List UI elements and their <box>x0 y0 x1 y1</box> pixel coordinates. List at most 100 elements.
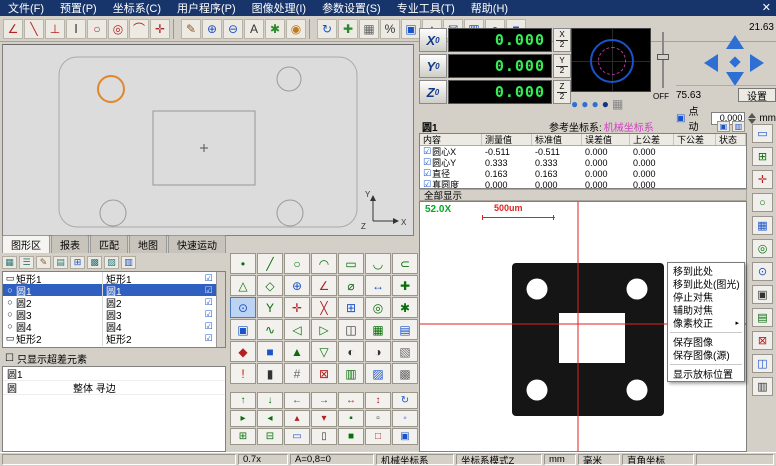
alert-tool-icon[interactable]: ! <box>230 363 256 384</box>
element-type-icon[interactable]: ○ <box>4 297 16 307</box>
tab-report[interactable]: 报表 <box>51 235 89 253</box>
span-h-icon[interactable]: ↔ <box>338 392 364 409</box>
report-view-icon[interactable]: ▥ <box>732 121 745 132</box>
menu-image-processing[interactable]: 图像处理(I) <box>244 0 314 17</box>
small-dot-icon[interactable]: ◦ <box>392 410 418 427</box>
half-circle-left-icon[interactable]: ◐ <box>338 341 364 362</box>
jog-left-button[interactable] <box>704 54 718 72</box>
height-tool-icon[interactable]: Ⅰ <box>66 19 86 39</box>
checkbox-icon[interactable]: ☐ <box>5 353 14 364</box>
menu-user-program[interactable]: 用户程序(P) <box>169 0 244 17</box>
open-arc-measure-icon[interactable]: ⊂ <box>392 253 418 274</box>
circle-2[interactable] <box>277 67 301 91</box>
roi-mesh-icon[interactable]: ▦ <box>752 216 773 235</box>
diameter-measure-icon[interactable]: ⌀ <box>338 275 364 296</box>
element-type-icon[interactable]: ○ <box>4 321 16 331</box>
view-list-icon[interactable]: ☰ <box>19 256 34 269</box>
add-tool-icon[interactable]: ✚ <box>338 19 358 39</box>
snap-tool-icon[interactable]: ✱ <box>265 19 285 39</box>
result-row-roundness[interactable]: ☑真圆度 0.000 0.000 0.000 0.000 <box>420 179 746 189</box>
light-ring-2-icon[interactable]: ● <box>581 98 588 110</box>
axis-zero-button[interactable]: Y0 <box>419 54 447 78</box>
diamond-measure-icon[interactable]: ◇ <box>257 275 283 296</box>
rotate-tool-icon[interactable]: ↻ <box>317 19 337 39</box>
show-all-bar[interactable]: 全部显示 <box>419 189 747 201</box>
jog-left-icon[interactable]: ← <box>284 392 310 409</box>
jog-right-button[interactable] <box>750 54 764 72</box>
circle-tool-icon[interactable]: ○ <box>87 19 107 39</box>
arc-tool-icon[interactable]: ⌒ <box>129 19 149 39</box>
hatch-tool-icon[interactable]: ▧ <box>392 341 418 362</box>
toolbar-separator[interactable] <box>309 19 314 39</box>
grid-plus-icon[interactable]: ⊞ <box>230 428 256 445</box>
concentric-circle-tool-icon[interactable]: ◎ <box>108 19 128 39</box>
roi-ring-icon[interactable]: ◎ <box>752 239 773 258</box>
step-spinner[interactable] <box>748 113 756 124</box>
jog-down-button[interactable] <box>726 72 744 86</box>
columns-tool-icon[interactable]: ▥ <box>338 363 364 384</box>
jog-up-icon[interactable]: ↑ <box>230 392 256 409</box>
view-rows-icon[interactable]: ▤ <box>53 256 68 269</box>
part-outline[interactable] <box>59 57 357 227</box>
menu-file[interactable]: 文件(F) <box>0 0 52 17</box>
tab-fast-motion[interactable]: 快速运动 <box>168 235 226 253</box>
graphics-canvas[interactable]: Y X Z <box>2 44 414 236</box>
step-right-icon[interactable]: ▸ <box>230 410 256 427</box>
element-visible-check-icon[interactable]: ☑ <box>203 309 214 320</box>
boxed-square-icon[interactable]: ▣ <box>392 428 418 445</box>
crosshair-tool-icon[interactable]: ✛ <box>284 297 310 318</box>
axis-zero-button[interactable]: Z0 <box>419 80 447 104</box>
detail-row-method[interactable]: 圆 整体 寻边 <box>3 381 225 395</box>
hatch-icon[interactable]: ▩ <box>87 256 102 269</box>
angle-tool-icon[interactable]: ∠ <box>3 19 23 39</box>
jog-down-icon[interactable]: ↓ <box>257 392 283 409</box>
selected-circle-1[interactable] <box>98 76 124 102</box>
element-visible-check-icon[interactable]: ☑ <box>203 333 214 344</box>
down-triangle-icon[interactable]: ▽ <box>311 341 337 362</box>
target-tool-icon[interactable]: ◉ <box>286 19 306 39</box>
step-up-icon[interactable]: ▴ <box>284 410 310 427</box>
coordinate-tool-icon[interactable]: ▣ <box>717 121 730 132</box>
point-measure-icon[interactable]: • <box>230 253 256 274</box>
ctx-pixel-calibration[interactable]: 像素校正 ▸ <box>668 316 744 329</box>
edit-icon[interactable]: ✎ <box>36 256 51 269</box>
settings-button[interactable]: 设置 <box>738 88 776 102</box>
burst-tool-icon[interactable]: ✱ <box>392 297 418 318</box>
axis-halve-button[interactable]: Z2 <box>553 80 571 104</box>
line-tool-icon[interactable]: ╲ <box>24 19 44 39</box>
roi-columns-icon[interactable]: ▥ <box>752 377 773 396</box>
circle-scan-tool-icon[interactable]: ⊙ <box>230 297 256 318</box>
menu-settings[interactable]: 参数设置(S) <box>314 0 389 17</box>
view-grid-icon[interactable]: ▦ <box>2 256 17 269</box>
toolbar-separator[interactable] <box>173 19 178 39</box>
boxed-x-icon[interactable]: ⊠ <box>311 363 337 384</box>
roi-crosshair-icon[interactable]: ✛ <box>752 170 773 189</box>
roi-circle-icon[interactable]: ○ <box>752 193 773 212</box>
bar-tool-icon[interactable]: ▮ <box>257 363 283 384</box>
small-square-icon[interactable]: ▪ <box>338 410 364 427</box>
zoom-out-icon[interactable]: ⊖ <box>223 19 243 39</box>
navigation-camera-view[interactable] <box>571 28 651 92</box>
close-icon[interactable]: ✕ <box>762 1 771 14</box>
element-type-icon[interactable]: ▭ <box>4 333 16 344</box>
arc-measure-icon[interactable]: ◠ <box>311 253 337 274</box>
detail-row-title[interactable]: 圆1 <box>3 367 225 381</box>
grid-construct-icon[interactable]: ⊞ <box>338 297 364 318</box>
solid-square-icon[interactable]: ■ <box>257 341 283 362</box>
distance-measure-icon[interactable]: ↔ <box>365 275 391 296</box>
tall-rect-icon[interactable]: ▯ <box>311 428 337 445</box>
menu-coordinate[interactable]: 坐标系(C) <box>105 0 169 17</box>
curve-tool-icon[interactable]: ∿ <box>257 319 283 340</box>
jog-up-button[interactable] <box>726 35 744 49</box>
cross-measure-icon[interactable]: ✚ <box>392 275 418 296</box>
grid-minus-icon[interactable]: ⊟ <box>257 428 283 445</box>
rotate-cw-icon[interactable]: ↻ <box>392 392 418 409</box>
step-left-icon[interactable]: ◂ <box>257 410 283 427</box>
light-ring-3-icon[interactable]: ● <box>592 98 599 110</box>
small-box-icon[interactable]: ▫ <box>365 410 391 427</box>
ref-coordinate-value[interactable]: 机械坐标系 <box>604 119 654 134</box>
roi-close-icon[interactable]: ⊠ <box>752 331 773 350</box>
tab-map[interactable]: 地图 <box>129 235 167 253</box>
text-tool-icon[interactable]: A <box>244 19 264 39</box>
element-visible-check-icon[interactable]: ☑ <box>203 273 214 284</box>
